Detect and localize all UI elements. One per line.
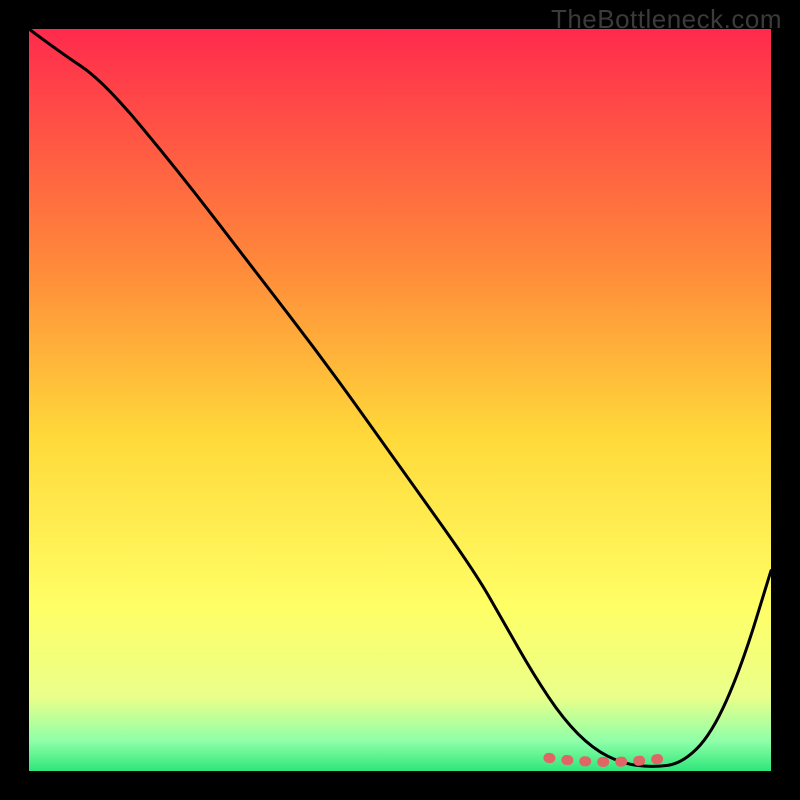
chart-frame: TheBottleneck.com	[0, 0, 800, 800]
chart-svg	[29, 29, 771, 771]
watermark-text: TheBottleneck.com	[551, 4, 782, 35]
gradient-background	[29, 29, 771, 771]
plot-area	[29, 29, 771, 771]
